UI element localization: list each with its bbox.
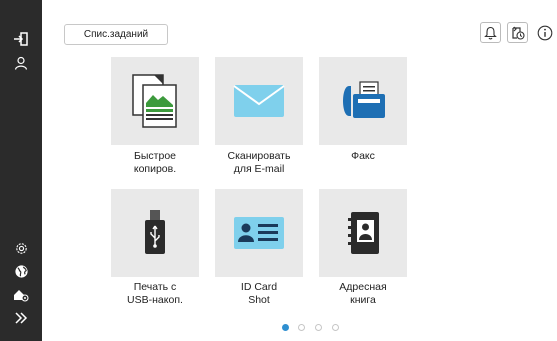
fax-tile[interactable]: [319, 57, 407, 145]
page-dot-3[interactable]: [315, 324, 322, 331]
user-settings-icon[interactable]: [9, 282, 33, 306]
envelope-icon: [233, 85, 285, 117]
id-card-icon: [234, 217, 284, 249]
usb-icon: [145, 210, 165, 254]
sidebar: [0, 0, 42, 341]
globe-icon[interactable]: [9, 259, 33, 283]
page-dot-2[interactable]: [298, 324, 305, 331]
expand-icon[interactable]: [9, 306, 33, 330]
address-book-label: Адресная книга: [339, 281, 387, 306]
gear-icon[interactable]: [9, 236, 33, 260]
page-dot-4[interactable]: [332, 324, 339, 331]
usb-print-label: Печать с USB-накоп.: [127, 281, 183, 306]
fax-label: Факс: [351, 150, 375, 162]
quick-copy-label: Быстрое копиров.: [133, 150, 177, 175]
job-list-button[interactable]: Спис.заданий: [64, 24, 168, 45]
quick-copy-tile[interactable]: [111, 57, 199, 145]
usb-print-tile[interactable]: [111, 189, 199, 277]
fax-icon: [343, 81, 385, 118]
box-icon[interactable]: [507, 22, 528, 43]
copy-icon: [132, 74, 177, 128]
address-book-icon: [348, 212, 379, 254]
id-card-shot-tile[interactable]: [215, 189, 303, 277]
address-book-tile[interactable]: [319, 189, 407, 277]
id-card-shot-label: ID Card Shot: [240, 281, 278, 306]
bell-icon[interactable]: [480, 22, 501, 43]
scan-to-email-tile[interactable]: [215, 57, 303, 145]
user-icon[interactable]: [9, 51, 33, 75]
login-icon[interactable]: [9, 27, 33, 51]
scan-to-email-label: Сканировать для E-mail: [227, 150, 291, 175]
info-icon[interactable]: [534, 22, 555, 43]
page-dot-1[interactable]: [282, 324, 289, 331]
